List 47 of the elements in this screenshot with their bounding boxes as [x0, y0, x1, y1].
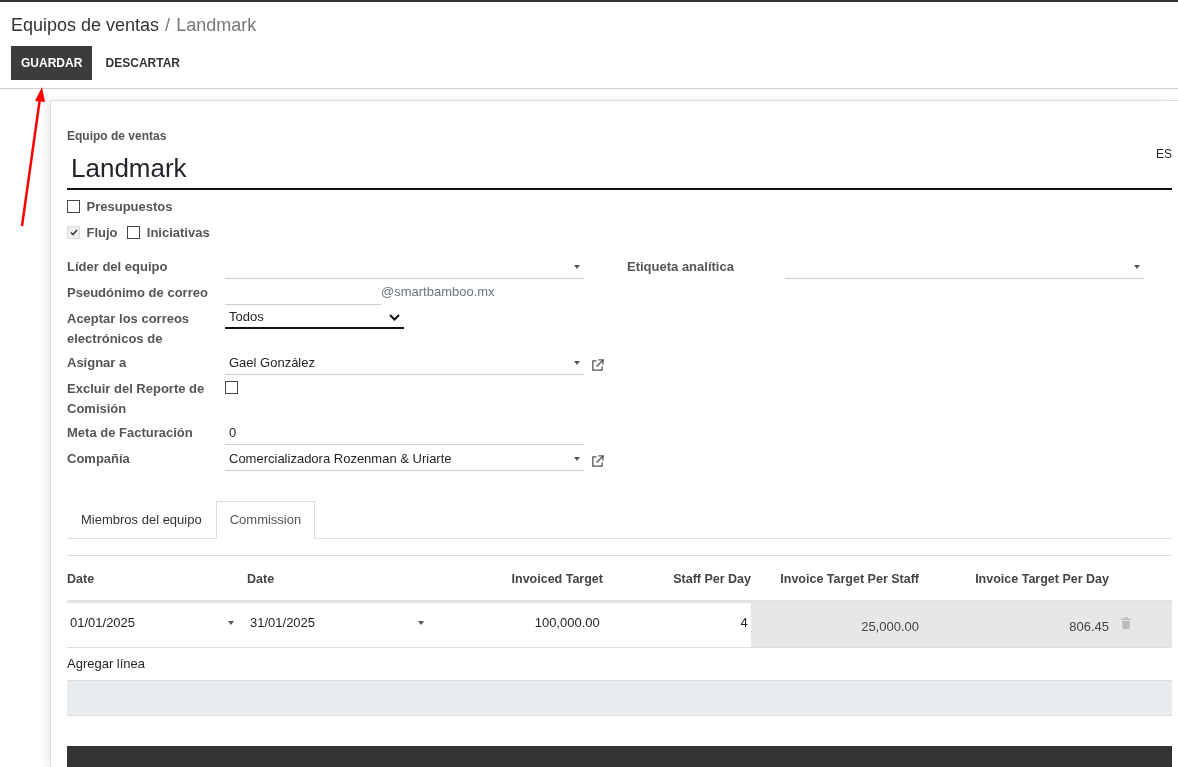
field-label: Pseudónimo de correo [67, 284, 209, 303]
field-label: Equipo de ventas [67, 128, 167, 145]
save-button[interactable]: GUARDAR [11, 45, 93, 80]
tab[interactable]: Commission [215, 501, 316, 539]
caret-icon [574, 264, 580, 269]
column-header: Date [67, 555, 247, 602]
column-header: Invoice Target Per Staff [751, 555, 931, 602]
checkbox[interactable] [67, 199, 80, 213]
dropdown-field[interactable]: Comercializadora Rozenman & Uriarte [225, 447, 584, 472]
input-field[interactable]: 0 [225, 421, 584, 446]
column-header: Staff Per Day [603, 555, 751, 602]
field-label: Aceptar los correos electrónicos de [67, 310, 191, 349]
field-label: Excluir del Reporte de Comisión [67, 380, 206, 419]
dropdown-field[interactable]: Gael González [225, 351, 584, 376]
caret-icon [1134, 264, 1140, 269]
date-field[interactable]: 01/01/2025 [67, 613, 247, 633]
add-line-link[interactable]: Agregar línea [67, 647, 1172, 681]
number-field[interactable]: 100,000.00 [437, 613, 603, 633]
discard-button[interactable]: DESCARTAR [95, 45, 191, 80]
table-cell-text: 25,000.00 [860, 618, 920, 637]
caret-icon [574, 360, 580, 365]
number-field[interactable]: 4 [603, 613, 751, 633]
caret-icon [228, 621, 234, 626]
column-header: Invoice Target Per Day [931, 555, 1121, 602]
date-field[interactable]: 31/01/2025 [247, 613, 437, 633]
field-label: Líder del equipo [67, 258, 169, 277]
column-header: Date [247, 555, 437, 602]
field-label: Etiqueta analítica [627, 258, 735, 277]
checkbox[interactable] [127, 225, 141, 239]
breadcrumb-separator: / [165, 14, 171, 37]
checkbox-label: Iniciativas [146, 223, 210, 242]
field-label: Meta de Facturación [67, 424, 194, 443]
checkbox-label: Flujo [86, 223, 118, 242]
checkbox-label: Presupuestos [86, 197, 173, 216]
caret-icon [574, 456, 580, 461]
field-label: Asignar a [67, 354, 128, 373]
checkbox[interactable] [225, 381, 238, 395]
breadcrumb-link[interactable]: Equipos de ventas [11, 12, 160, 39]
select-field[interactable]: Todos [225, 307, 404, 330]
tab[interactable]: Miembros del equipo [67, 501, 216, 539]
breadcrumb-current: Landmark [176, 14, 257, 37]
caret-icon [418, 621, 424, 626]
chevron-icon [389, 313, 400, 321]
field-label: Compañía [67, 450, 131, 469]
table-cell-text: 806.45 [1068, 618, 1110, 637]
domain-suffix: @smartbamboo.mx [381, 283, 495, 302]
column-header: Invoiced Target [437, 555, 603, 602]
